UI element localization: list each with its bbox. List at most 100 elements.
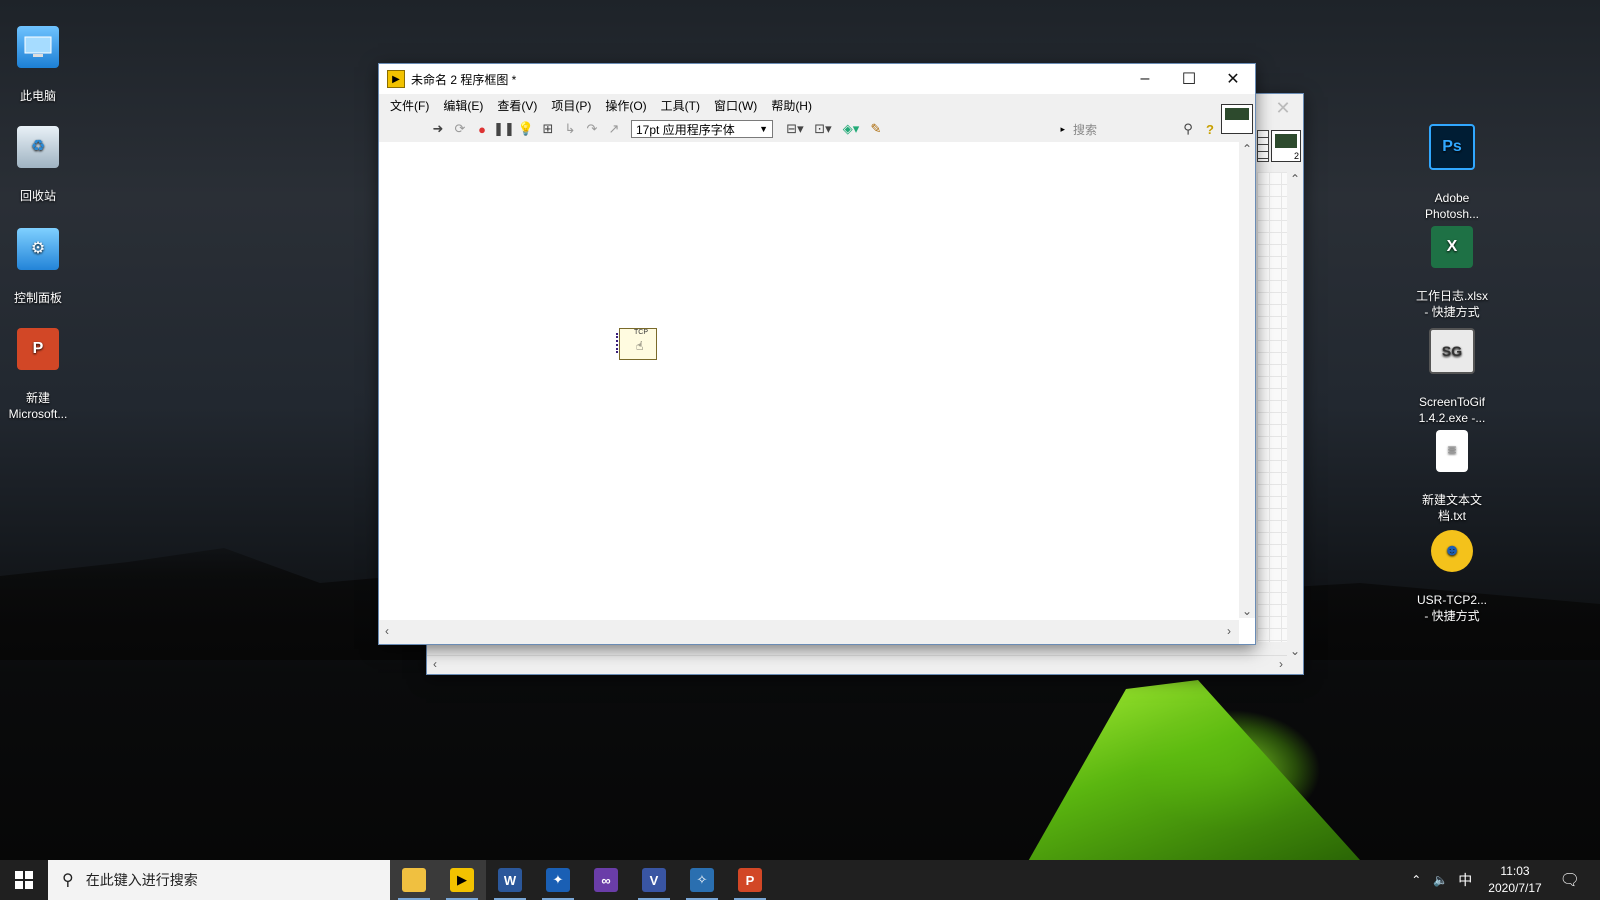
scroll-down-icon[interactable]: ⌄	[1239, 604, 1255, 618]
taskbar-tool[interactable]: ✦	[534, 860, 582, 900]
labview-icon: ▶	[450, 868, 474, 892]
taskbar-file-explorer[interactable]	[390, 860, 438, 900]
scroll-down-icon[interactable]: ⌄	[1287, 644, 1303, 658]
close-icon[interactable]: ✕	[1271, 98, 1295, 120]
notification-icon[interactable]: 🗨	[1560, 870, 1580, 890]
visio-icon: V	[642, 868, 666, 892]
word-icon: W	[498, 868, 522, 892]
dropdown-arrow-icon: ▼	[759, 124, 768, 134]
desktop-icon-control-panel[interactable]: ⚙ 控制面板	[0, 212, 76, 322]
menu-view[interactable]: 查看(V)	[490, 97, 544, 114]
distribute-objects-icon[interactable]: ⊡▾	[811, 120, 835, 138]
abort-icon[interactable]: ●	[473, 120, 491, 138]
show-hidden-icons-chevron-icon[interactable]: ⌃	[1411, 873, 1421, 887]
tcp-function-node[interactable]: TCP ☝	[616, 328, 657, 360]
help-icon[interactable]: ?	[1201, 120, 1219, 138]
tcp-node-label: TCP	[634, 329, 648, 336]
close-button[interactable]: ✕	[1211, 64, 1255, 94]
scroll-up-icon[interactable]: ⌃	[1239, 142, 1255, 156]
scroll-up-icon[interactable]: ⌃	[1287, 172, 1303, 186]
volume-icon[interactable]: 🔈	[1433, 873, 1448, 887]
back-connector-pane[interactable]: 2	[1255, 130, 1303, 162]
photoshop-icon: Ps	[1429, 124, 1475, 170]
taskbar-visio[interactable]: V	[630, 860, 678, 900]
horizontal-scrollbar[interactable]: ‹ ›	[379, 620, 1239, 644]
screentogif-icon: SG	[1429, 328, 1475, 374]
menu-help[interactable]: 帮助(H)	[764, 97, 819, 114]
step-out-icon[interactable]: ↗	[605, 120, 623, 138]
step-over-icon[interactable]: ↷	[583, 120, 601, 138]
windows-icon	[15, 871, 33, 889]
usr-tcp-icon: ☻	[1431, 530, 1473, 572]
menu-file[interactable]: 文件(F)	[383, 97, 436, 114]
menu-tools[interactable]: 工具(T)	[654, 97, 707, 114]
scroll-right-icon[interactable]: ›	[1279, 657, 1283, 671]
desktop-icon-new-powerpoint[interactable]: P 新建 Microsoft...	[0, 312, 76, 438]
window-title: 未命名 2 程序框图 *	[411, 72, 517, 87]
clock-date: 2020/7/17	[1488, 881, 1542, 895]
taskbar-search-placeholder: 在此键入进行搜索	[85, 872, 198, 888]
recycle-bin-icon: ♻	[17, 126, 59, 168]
reorder-icon[interactable]: ◈▾	[839, 120, 863, 138]
align-objects-icon[interactable]: ⊟▾	[783, 120, 807, 138]
title-bar[interactable]: ▶ 未命名 2 程序框图 * – ☐ ✕	[379, 64, 1255, 94]
node-terminals	[616, 333, 622, 353]
clean-up-diagram-icon[interactable]: ✎	[867, 120, 885, 138]
minimize-button[interactable]: –	[1123, 64, 1167, 94]
taskbar-labview[interactable]: ▶	[438, 860, 486, 900]
menu-window[interactable]: 窗口(W)	[707, 97, 764, 114]
retain-wire-values-icon[interactable]: ⊞	[539, 120, 557, 138]
desktop-icon-recycle-bin[interactable]: ♻ 回收站	[0, 110, 76, 220]
run-continuously-icon[interactable]: ⟳	[451, 120, 469, 138]
excel-icon: X	[1431, 226, 1473, 268]
taskbar-word[interactable]: W	[486, 860, 534, 900]
taskbar-powerpoint[interactable]: P	[726, 860, 774, 900]
network-tool-icon: ✧	[690, 868, 714, 892]
vertical-scrollbar[interactable]: ⌃ ⌄	[1239, 142, 1255, 618]
maximize-button[interactable]: ☐	[1167, 64, 1211, 94]
menu-edit[interactable]: 编辑(E)	[436, 97, 490, 114]
taskbar-network-tool[interactable]: ✧	[678, 860, 726, 900]
scroll-left-icon[interactable]: ‹	[385, 624, 389, 638]
search-expand-icon[interactable]: ▸	[1060, 124, 1065, 135]
powerpoint-icon: P	[738, 868, 762, 892]
desktop-icon-this-pc[interactable]: 此电脑	[0, 10, 76, 120]
menu-operate[interactable]: 操作(O)	[598, 97, 653, 114]
font-select-value: 17pt 应用程序字体	[636, 122, 735, 137]
clock-time: 11:03	[1500, 864, 1530, 878]
back-horizontal-scrollbar[interactable]: ‹ ›	[427, 655, 1287, 674]
node-cursor-icon: ☝	[636, 339, 644, 353]
search-icon: ⚲	[62, 872, 74, 889]
scroll-right-icon[interactable]: ›	[1227, 624, 1231, 638]
toolbar: ➜ ⟳ ● ❚❚ 💡 ⊞ ↳ ↷ ↗ 17pt 应用程序字体 ▼ ⊟▾ ⊡▾ ◈…	[379, 104, 1255, 143]
search-input[interactable]: 搜索	[1067, 120, 1177, 138]
ime-indicator[interactable]: 中	[1458, 870, 1472, 890]
search-icon[interactable]: ⚲	[1179, 120, 1197, 138]
app-icon: ✦	[546, 868, 570, 892]
menu-project[interactable]: 项目(P)	[544, 97, 598, 114]
vi-icon-badge: 2	[1293, 151, 1299, 161]
desktop-icon-label: 控制面板	[13, 291, 62, 305]
run-arrow-icon[interactable]: ➜	[429, 120, 447, 138]
labview-app-icon: ▶	[387, 70, 405, 88]
highlight-execution-icon[interactable]: 💡	[517, 120, 535, 138]
vi-icon[interactable]	[1221, 104, 1253, 134]
taskbar-search-box[interactable]: ⚲ 在此键入进行搜索	[48, 860, 390, 900]
block-diagram-window[interactable]: ▶ 未命名 2 程序框图 * – ☐ ✕ 文件(F) 编辑(E) 查看(V) 项…	[378, 63, 1256, 645]
search-placeholder: 搜索	[1073, 122, 1098, 137]
font-select[interactable]: 17pt 应用程序字体 ▼	[631, 120, 773, 138]
desktop-icon-label: USR-TCP2... - 快捷方式	[1416, 593, 1487, 623]
taskbar-visual-studio[interactable]: ∞	[582, 860, 630, 900]
menu-bar: 文件(F) 编辑(E) 查看(V) 项目(P) 操作(O) 工具(T) 窗口(W…	[379, 94, 1255, 116]
scroll-left-icon[interactable]: ‹	[433, 657, 437, 671]
visual-studio-icon: ∞	[594, 868, 618, 892]
desktop-icon-usr-tcp[interactable]: ☻ USR-TCP2... - 快捷方式	[1414, 514, 1490, 640]
clock[interactable]: 11:03 2020/7/17	[1488, 863, 1541, 897]
text-file-icon: ≡	[1436, 430, 1468, 472]
block-diagram-canvas[interactable]: TCP ☝	[379, 142, 1239, 618]
computer-icon	[17, 26, 59, 68]
step-into-icon[interactable]: ↳	[561, 120, 579, 138]
pause-icon[interactable]: ❚❚	[493, 120, 515, 138]
start-button[interactable]	[0, 860, 48, 900]
back-vertical-scrollbar[interactable]: ⌃ ⌄	[1287, 172, 1303, 658]
